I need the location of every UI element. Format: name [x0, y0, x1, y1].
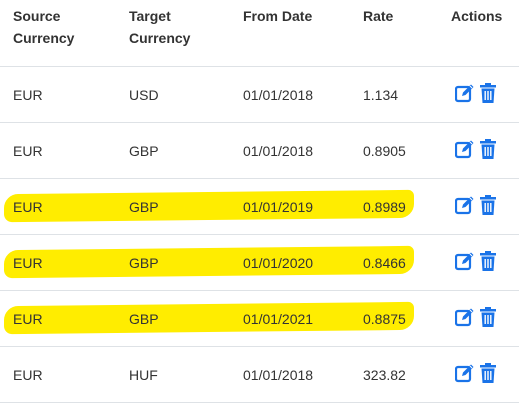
highlight-mark — [4, 189, 414, 223]
cell-target-currency: GBP — [129, 255, 159, 271]
edit-icon[interactable] — [455, 83, 475, 105]
column-header-target-currency: Target Currency — [129, 8, 191, 46]
trash-icon[interactable] — [479, 139, 499, 161]
cell-rate: 0.8875 — [363, 311, 406, 327]
column-header-rate: Rate — [363, 8, 394, 24]
highlight-mark — [4, 245, 414, 279]
row-actions — [455, 251, 499, 273]
table-row: EUR GBP 01/01/2019 0.8989 — [0, 179, 519, 235]
cell-from-date: 01/01/2021 — [243, 311, 314, 327]
column-header-source-currency: Source Currency — [13, 8, 75, 46]
cell-target-currency: USD — [129, 87, 159, 103]
table-body: EUR USD 01/01/2018 1.134 EUR GBP 01/01/2… — [0, 67, 519, 403]
edit-icon[interactable] — [455, 363, 475, 385]
cell-from-date: 01/01/2018 — [243, 87, 314, 103]
table-row: EUR GBP 01/01/2021 0.8875 — [0, 291, 519, 347]
trash-icon[interactable] — [479, 251, 499, 273]
table-header: Source Currency Target Currency From Dat… — [0, 0, 519, 67]
cell-target-currency: GBP — [129, 199, 159, 215]
cell-from-date: 01/01/2018 — [243, 143, 314, 159]
cell-source-currency: EUR — [13, 143, 43, 159]
cell-from-date: 01/01/2019 — [243, 199, 314, 215]
edit-icon[interactable] — [455, 307, 475, 329]
cell-rate: 0.8905 — [363, 143, 406, 159]
cell-source-currency: EUR — [13, 367, 43, 383]
edit-icon[interactable] — [455, 195, 475, 217]
cell-target-currency: GBP — [129, 143, 159, 159]
cell-source-currency: EUR — [13, 311, 43, 327]
cell-from-date: 01/01/2018 — [243, 367, 314, 383]
edit-icon[interactable] — [455, 251, 475, 273]
cell-rate: 0.8466 — [363, 255, 406, 271]
cell-rate: 1.134 — [363, 87, 399, 103]
row-actions — [455, 307, 499, 329]
cell-target-currency: GBP — [129, 311, 159, 327]
row-actions — [455, 195, 499, 217]
cell-source-currency: EUR — [13, 199, 43, 215]
row-actions — [455, 83, 499, 105]
row-actions — [455, 363, 499, 385]
edit-icon[interactable] — [455, 139, 475, 161]
cell-source-currency: EUR — [13, 255, 43, 271]
cell-from-date: 01/01/2020 — [243, 255, 314, 271]
column-header-actions: Actions — [451, 8, 503, 24]
trash-icon[interactable] — [479, 363, 499, 385]
column-header-from-date: From Date — [243, 8, 313, 24]
table-row: EUR USD 01/01/2018 1.134 — [0, 67, 519, 123]
table-row: EUR HUF 01/01/2018 323.82 — [0, 347, 519, 403]
cell-source-currency: EUR — [13, 87, 43, 103]
table-row: EUR GBP 01/01/2018 0.8905 — [0, 123, 519, 179]
cell-rate: 0.8989 — [363, 199, 406, 215]
trash-icon[interactable] — [479, 195, 499, 217]
highlight-mark — [4, 301, 414, 335]
trash-icon[interactable] — [479, 83, 499, 105]
table-row: EUR GBP 01/01/2020 0.8466 — [0, 235, 519, 291]
exchange-rates-table: Source Currency Target Currency From Dat… — [0, 0, 519, 403]
row-actions — [455, 139, 499, 161]
cell-target-currency: HUF — [129, 367, 158, 383]
trash-icon[interactable] — [479, 307, 499, 329]
cell-rate: 323.82 — [363, 367, 406, 383]
